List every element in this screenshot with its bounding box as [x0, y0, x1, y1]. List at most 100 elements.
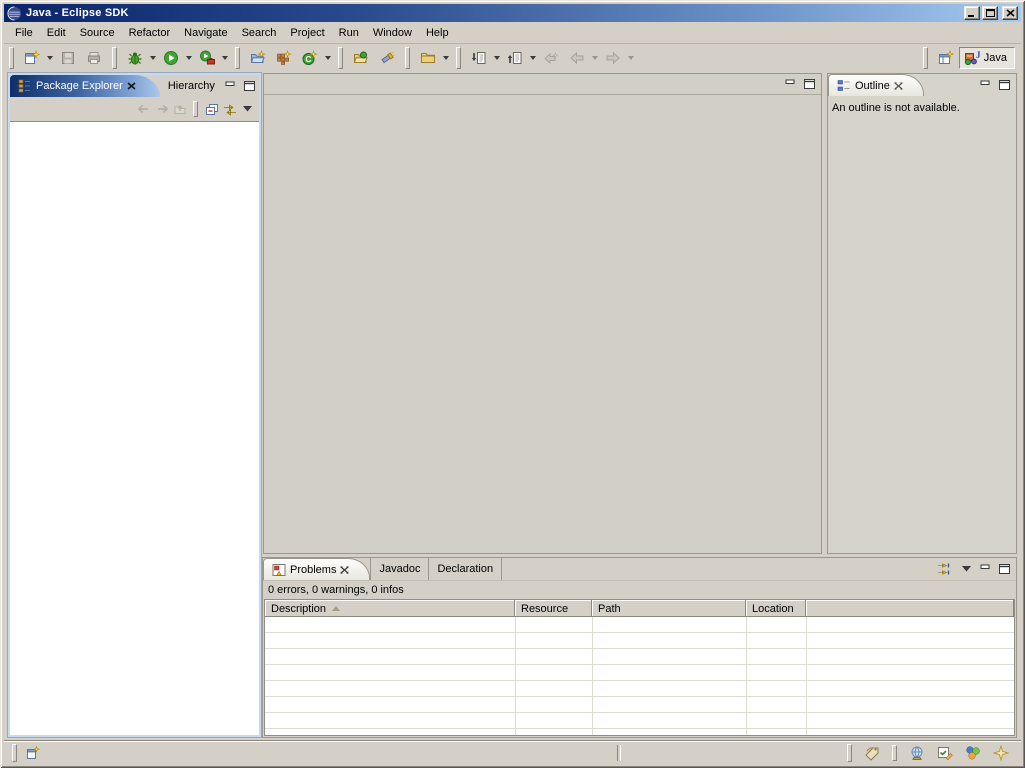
column-header-location[interactable]: Location: [746, 600, 806, 617]
tutorials-icon: [937, 745, 953, 761]
close-button[interactable]: [1002, 6, 1018, 20]
minimize-button[interactable]: [964, 6, 980, 20]
open-folder-button[interactable]: [415, 46, 441, 70]
menu-source[interactable]: Source: [73, 25, 122, 41]
toolbar-grip[interactable]: [923, 47, 928, 69]
maximize-view-icon[interactable]: [242, 80, 257, 93]
new-wizard-dropdown[interactable]: [45, 46, 55, 70]
run-dropdown[interactable]: [184, 46, 194, 70]
next-annotation-dropdown[interactable]: [492, 46, 502, 70]
menu-project[interactable]: Project: [283, 25, 331, 41]
open-perspective-icon: [938, 50, 954, 66]
back-dropdown[interactable]: [590, 46, 600, 70]
tab-hierarchy[interactable]: Hierarchy: [160, 75, 223, 97]
minimize-view-icon[interactable]: [783, 78, 798, 91]
forward-icon[interactable]: [154, 103, 169, 116]
run-external-tools-button[interactable]: [194, 46, 220, 70]
minimize-view-icon[interactable]: [223, 80, 238, 93]
debug-icon: [127, 50, 143, 66]
debug-dropdown[interactable]: [148, 46, 158, 70]
search-button[interactable]: [374, 46, 400, 70]
open-folder-dropdown[interactable]: [441, 46, 451, 70]
new-java-class-button[interactable]: C: [297, 46, 323, 70]
run-button[interactable]: [158, 46, 184, 70]
close-icon[interactable]: [894, 82, 903, 90]
previous-annotation-dropdown[interactable]: [528, 46, 538, 70]
toolbar-grip[interactable]: [456, 47, 461, 69]
back-button[interactable]: [564, 46, 590, 70]
toolbar-grip[interactable]: [338, 47, 343, 69]
maximize-view-icon[interactable]: [802, 78, 817, 91]
statusbar-icon-tray: [845, 743, 1021, 763]
next-annotation-button[interactable]: [466, 46, 492, 70]
minimize-view-icon[interactable]: [978, 563, 993, 576]
link-with-editor-icon[interactable]: [222, 103, 237, 116]
forward-button[interactable]: [600, 46, 626, 70]
new-wizard-button[interactable]: [19, 46, 45, 70]
up-icon[interactable]: [172, 103, 187, 116]
toolbar-grip[interactable]: [405, 47, 410, 69]
menu-refactor[interactable]: Refactor: [122, 25, 178, 41]
menu-navigate[interactable]: Navigate: [177, 25, 234, 41]
outline-view-buttons: [978, 74, 1016, 96]
column-header-description[interactable]: Description: [265, 600, 515, 617]
window-title: Java - Eclipse SDK: [26, 7, 129, 19]
toolbar-grip[interactable]: [9, 47, 14, 69]
tab-outline[interactable]: Outline: [828, 74, 924, 96]
menu-help[interactable]: Help: [419, 25, 456, 41]
menu-file[interactable]: File: [8, 25, 40, 41]
welcome-tag-button[interactable]: [862, 743, 882, 763]
new-java-project-button[interactable]: [245, 46, 271, 70]
open-perspective-button[interactable]: [933, 46, 959, 70]
run-external-tools-dropdown[interactable]: [220, 46, 230, 70]
print-button[interactable]: [81, 46, 107, 70]
java-perspective-button[interactable]: J Java: [959, 47, 1015, 69]
close-icon[interactable]: [340, 566, 349, 574]
debug-button[interactable]: [122, 46, 148, 70]
whats-new-button[interactable]: [991, 743, 1011, 763]
editor-canvas[interactable]: [264, 95, 821, 553]
close-icon[interactable]: [127, 82, 136, 90]
tab-problems[interactable]: Problems: [263, 558, 370, 580]
new-java-package-button[interactable]: [271, 46, 297, 70]
tab-javadoc[interactable]: Javadoc: [370, 558, 429, 580]
new-java-class-icon: C: [302, 50, 318, 66]
statusbar-separator: [617, 745, 621, 761]
toolbar-grip[interactable]: [235, 47, 240, 69]
back-icon[interactable]: [136, 103, 151, 116]
maximize-view-icon[interactable]: [997, 563, 1012, 576]
tutorials-button[interactable]: [935, 743, 955, 763]
tab-declaration[interactable]: Declaration: [429, 558, 502, 580]
minimize-view-icon[interactable]: [978, 79, 993, 92]
collapse-all-icon[interactable]: [204, 103, 219, 116]
last-edit-location-button[interactable]: [538, 46, 564, 70]
back-icon: [569, 50, 585, 66]
samples-button[interactable]: [963, 743, 983, 763]
menu-run[interactable]: Run: [332, 25, 366, 41]
save-button[interactable]: [55, 46, 81, 70]
filter-icon[interactable]: [935, 563, 955, 576]
package-explorer-tree[interactable]: [10, 121, 259, 735]
problems-table-body[interactable]: [265, 617, 1014, 735]
overview-globe-button[interactable]: [907, 743, 927, 763]
previous-annotation-button[interactable]: [502, 46, 528, 70]
toolbar-grip[interactable]: [112, 47, 117, 69]
package-explorer-view: Package Explorer Hierarchy: [8, 73, 261, 737]
view-menu-icon[interactable]: [240, 103, 255, 116]
new-java-class-dropdown[interactable]: [323, 46, 333, 70]
menu-search[interactable]: Search: [235, 25, 284, 41]
maximize-button[interactable]: [982, 6, 998, 20]
titlebar[interactable]: Java - Eclipse SDK: [4, 4, 1021, 22]
menu-edit[interactable]: Edit: [40, 25, 73, 41]
column-header-resource[interactable]: Resource: [515, 600, 592, 617]
maximize-view-icon[interactable]: [997, 79, 1012, 92]
column-header-path[interactable]: Path: [592, 600, 746, 617]
open-type-button[interactable]: [348, 46, 374, 70]
tab-package-explorer[interactable]: Package Explorer: [10, 75, 160, 97]
fast-view-button[interactable]: [23, 743, 43, 763]
editor-view-buttons: [783, 78, 821, 91]
menu-window[interactable]: Window: [366, 25, 419, 41]
view-menu-icon[interactable]: [959, 563, 974, 576]
forward-dropdown[interactable]: [626, 46, 636, 70]
tab-javadoc-label: Javadoc: [379, 563, 420, 575]
